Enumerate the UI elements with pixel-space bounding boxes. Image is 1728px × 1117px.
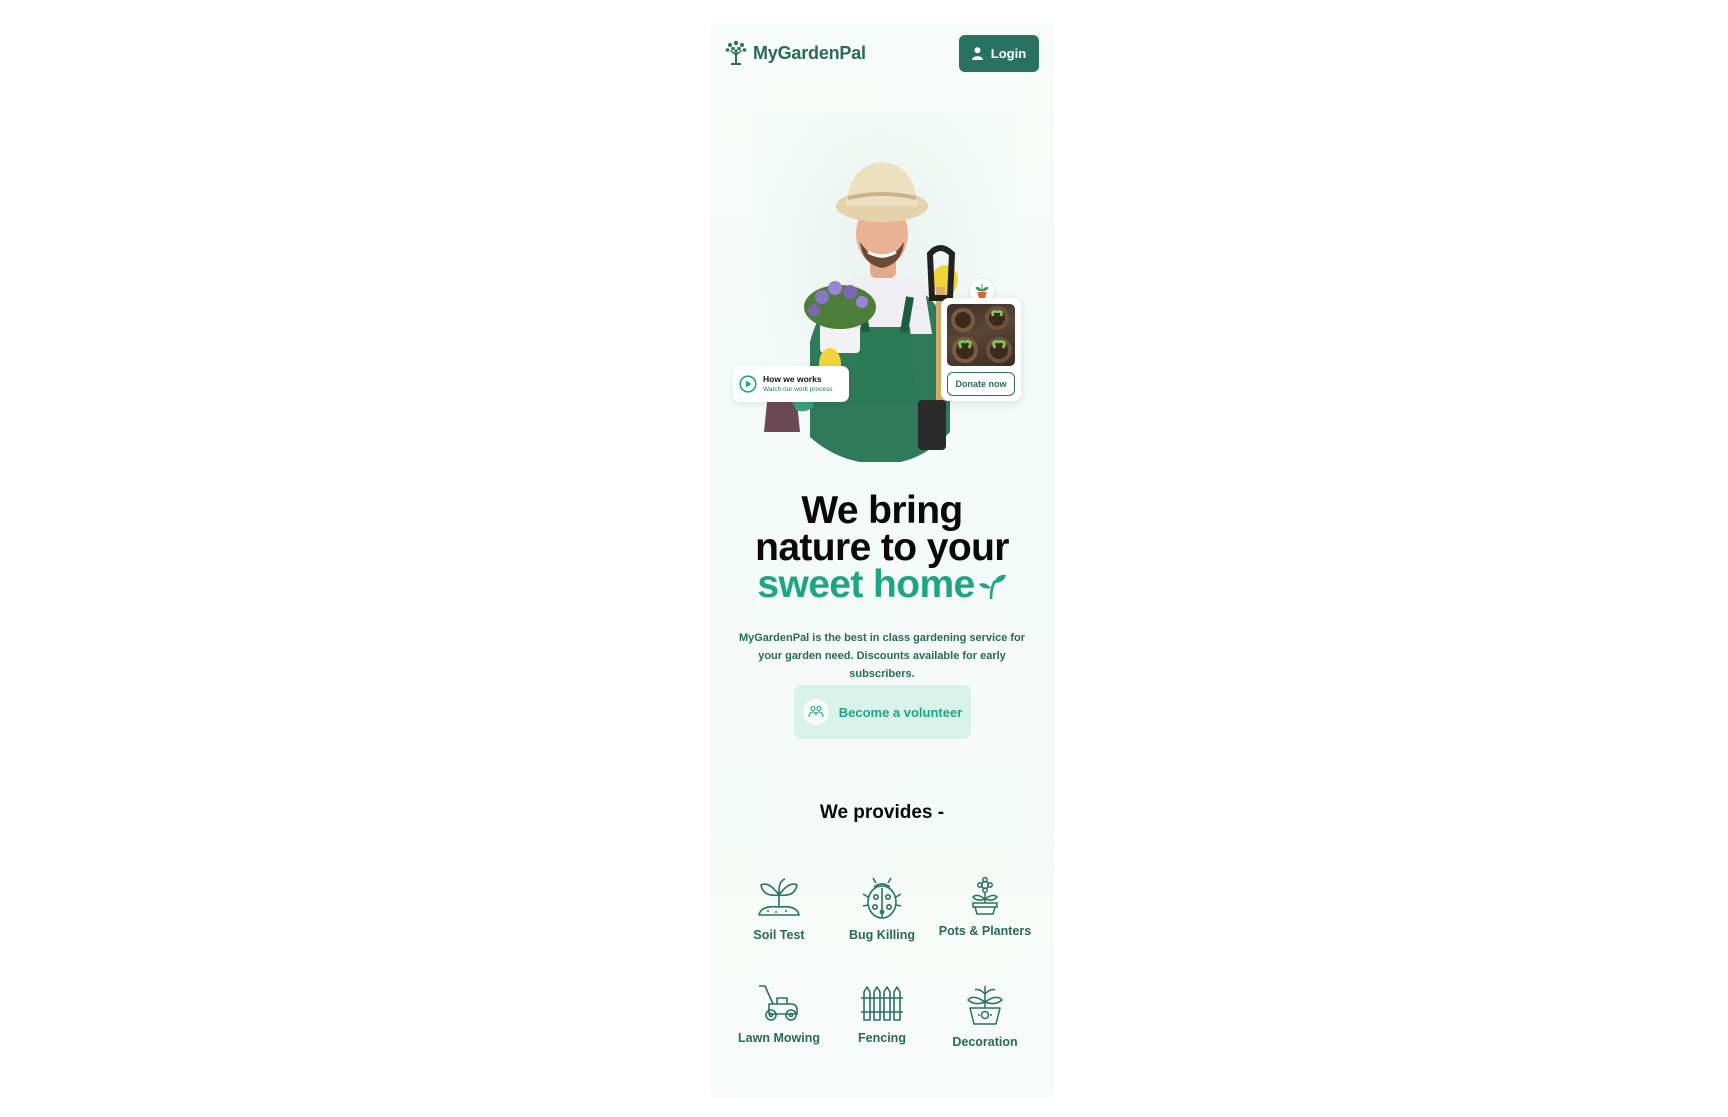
login-button[interactable]: Login: [959, 35, 1039, 72]
fence-icon: [861, 986, 903, 1021]
bug-icon: [862, 877, 902, 919]
decoration-icon: [967, 986, 1003, 1025]
play-circle-icon[interactable]: [739, 375, 757, 393]
sprout-icon: [978, 574, 1006, 599]
service-label: Fencing: [858, 1031, 906, 1045]
service-decoration[interactable]: Decoration: [935, 984, 1035, 1052]
tree-logo-icon: [725, 40, 747, 65]
how-we-works-title: How we works: [763, 374, 822, 384]
brand-name: MyGardenPal: [753, 42, 866, 63]
services-title: We provides -: [819, 802, 945, 823]
how-we-works-subtitle: Watch our work process: [763, 386, 833, 393]
service-label: Decoration: [952, 1035, 1018, 1049]
service-label: Soil Test: [753, 928, 805, 942]
service-label: Lawn Mowing: [738, 1031, 820, 1045]
service-bug-killing[interactable]: Bug Killing: [832, 877, 932, 945]
mobile-page: MyGardenPal Login Donate now How we work…: [710, 22, 1054, 1097]
donate-now-button[interactable]: Donate now: [947, 372, 1015, 396]
volunteer-icon: [802, 699, 829, 725]
headline-accent: sweet home: [757, 563, 975, 606]
gardener-hero-image: [764, 162, 958, 462]
pot-plant-icon: [971, 877, 999, 915]
seedlings-photo: [947, 304, 1015, 366]
soil-test-icon: [758, 878, 800, 916]
service-soil-test[interactable]: Soil Test: [729, 877, 829, 945]
user-icon: [971, 47, 983, 60]
login-label: Login: [990, 46, 1027, 61]
service-pots-planters[interactable]: Pots & Planters: [935, 877, 1035, 941]
become-volunteer-label: Become a volunteer: [838, 704, 963, 720]
hero-headline: We bring nature to your sweet home: [710, 491, 1054, 606]
service-label: Bug Killing: [849, 928, 915, 942]
service-fencing[interactable]: Fencing: [832, 984, 932, 1048]
service-lawn-mowing[interactable]: Lawn Mowing: [729, 984, 829, 1048]
seedling-pots-image: [951, 306, 1012, 363]
brand-logo[interactable]: MyGardenPal: [724, 39, 866, 67]
become-volunteer-button[interactable]: Become a volunteer: [794, 685, 971, 739]
potted-plant-icon: [975, 283, 989, 299]
lawn-mower-icon: [759, 985, 798, 1021]
service-label: Pots & Planters: [938, 924, 1032, 938]
hero-description: MyGardenPal is the best in class gardeni…: [738, 632, 1026, 680]
how-we-work-card[interactable]: How we works Watch our work process: [733, 366, 849, 402]
donate-card: Donate now: [941, 298, 1021, 401]
